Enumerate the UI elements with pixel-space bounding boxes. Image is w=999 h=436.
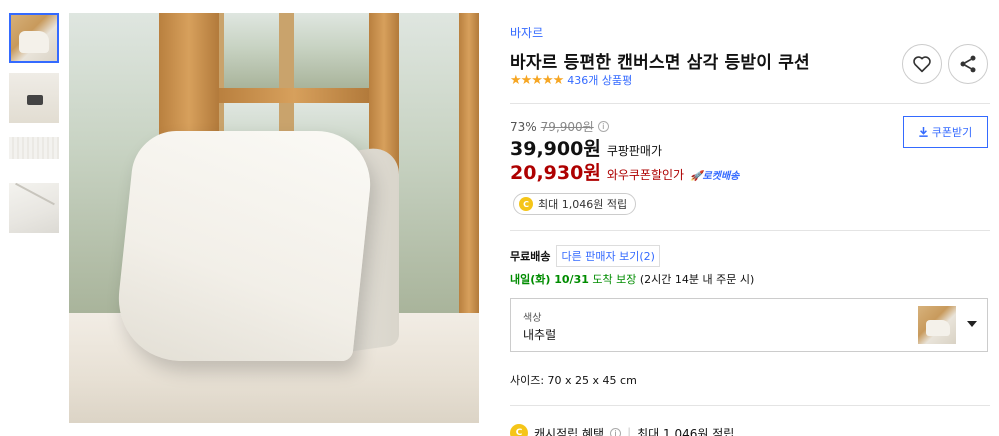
rocket-delivery-badge: 🚀로켓배송 bbox=[690, 171, 740, 182]
divider bbox=[510, 405, 990, 406]
cash-benefit-label: 캐시적립 혜택 bbox=[534, 426, 605, 436]
arrival-note: (2시간 14분 내 주문 시) bbox=[636, 273, 755, 286]
share-button[interactable] bbox=[948, 44, 988, 84]
coin-icon: C bbox=[510, 424, 528, 436]
caret-down-icon bbox=[967, 321, 977, 327]
thumbnail-4[interactable] bbox=[9, 183, 59, 233]
wow-price-row: 20,930원 와우쿠폰할인가 🚀로켓배송 bbox=[510, 158, 739, 185]
color-option-select[interactable]: 색상 내추럴 bbox=[510, 298, 988, 352]
discount-rate: 73% bbox=[510, 119, 537, 134]
rating-stars-icon: ★★★★★ bbox=[510, 72, 564, 88]
arrival-guarantee: 도착 보장 bbox=[588, 273, 637, 286]
download-icon bbox=[919, 127, 928, 137]
size-info: 사이즈: 70 x 25 x 45 cm bbox=[510, 374, 637, 387]
divider bbox=[510, 103, 990, 104]
wishlist-button[interactable] bbox=[902, 44, 942, 84]
thumbnail-2[interactable] bbox=[9, 73, 59, 123]
rating-row: ★★★★★ 436개 상품평 bbox=[510, 72, 632, 88]
thumbnail-list bbox=[9, 13, 59, 243]
separator: | bbox=[627, 426, 632, 436]
coin-icon: C bbox=[519, 197, 533, 211]
points-badge[interactable]: C 최대 1,046원 적립 bbox=[513, 193, 637, 215]
original-price: 79,900원 bbox=[540, 120, 594, 134]
coupang-price-row: 39,900원 쿠팡판매가 bbox=[510, 134, 662, 161]
info-icon[interactable]: i bbox=[597, 121, 609, 132]
share-icon bbox=[960, 55, 976, 73]
coupang-price: 39,900원 bbox=[510, 138, 601, 160]
cushion-illustration bbox=[104, 131, 404, 381]
option-thumbnail bbox=[918, 306, 956, 344]
cash-benefit-row: C 캐시적립 혜택 i | 최대 1,046원 적립 bbox=[510, 424, 734, 436]
brand-link[interactable]: 바자르 bbox=[510, 24, 543, 41]
thumbnail-3[interactable] bbox=[9, 137, 59, 159]
coupon-button-label: 쿠폰받기 bbox=[931, 126, 973, 139]
info-icon[interactable]: i bbox=[610, 427, 622, 436]
heart-icon bbox=[913, 56, 931, 73]
arrival-date: 내일(화) 10/31 bbox=[510, 273, 589, 286]
product-title: 바자르 등편한 캔버스면 삼각 등받이 쿠션 bbox=[510, 53, 810, 73]
divider bbox=[510, 230, 990, 231]
wow-price-label: 와우쿠폰할인가 bbox=[606, 168, 685, 182]
other-sellers-button[interactable]: 다른 판매자 보기(2) bbox=[556, 245, 660, 267]
arrival-info: 내일(화) 10/31 도착 보장 (2시간 14분 내 주문 시) bbox=[510, 271, 754, 287]
thumbnail-1[interactable] bbox=[9, 13, 59, 63]
free-shipping-label: 무료배송 bbox=[510, 250, 551, 263]
cash-benefit-value: 최대 1,046원 적립 bbox=[637, 426, 735, 436]
wow-price: 20,930원 bbox=[510, 162, 601, 184]
shipping-row: 무료배송 다른 판매자 보기(2) bbox=[510, 245, 660, 267]
discount-row: 73% 79,900원 i bbox=[510, 118, 609, 135]
coupang-price-label: 쿠팡판매가 bbox=[606, 144, 663, 158]
main-product-image[interactable] bbox=[69, 13, 479, 423]
option-label: 색상 bbox=[523, 313, 542, 324]
option-value: 내추럴 bbox=[523, 328, 557, 342]
coupon-download-button[interactable]: 쿠폰받기 bbox=[903, 116, 988, 148]
points-text: 최대 1,046원 적립 bbox=[538, 198, 628, 211]
review-count-link[interactable]: 436개 상품평 bbox=[567, 72, 632, 88]
